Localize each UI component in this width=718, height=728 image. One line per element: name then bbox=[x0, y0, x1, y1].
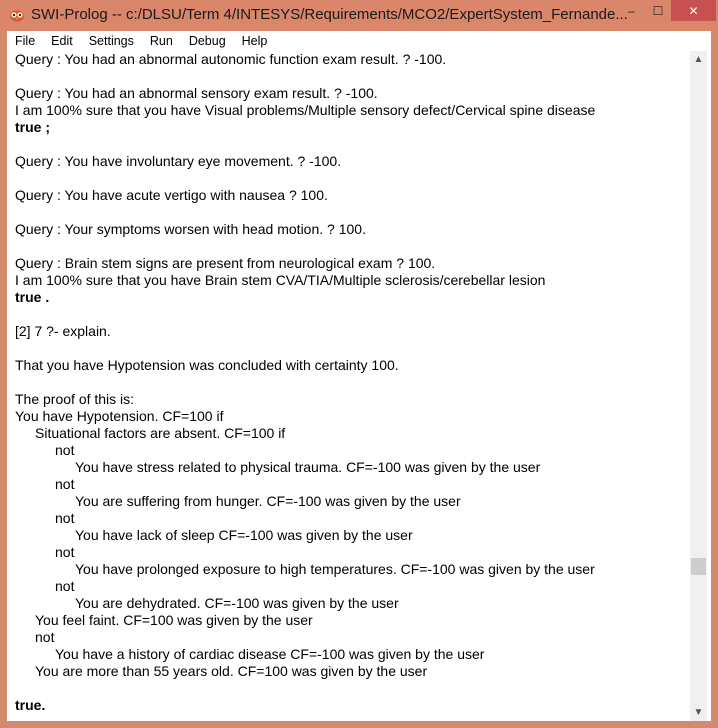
console-line: You are suffering from hunger. CF=-100 w… bbox=[75, 493, 461, 509]
menu-debug[interactable]: Debug bbox=[181, 34, 234, 48]
menu-run[interactable]: Run bbox=[142, 34, 181, 48]
console-line: not bbox=[55, 510, 75, 526]
console-line: You have a history of cardiac disease CF… bbox=[55, 646, 485, 662]
console-line: Situational factors are absent. CF=100 i… bbox=[35, 425, 286, 441]
window-border-right bbox=[711, 31, 718, 728]
console-line: not bbox=[55, 578, 75, 594]
minimize-button[interactable]: – bbox=[618, 0, 645, 21]
console-line: You have lack of sleep CF=-100 was given… bbox=[75, 527, 413, 543]
title-bar[interactable]: SWI-Prolog -- c:/DLSU/Term 4/INTESYS/Req… bbox=[0, 0, 718, 31]
console-line: true ; bbox=[15, 119, 50, 135]
console-area[interactable]: Query : You had an abnormal autonomic fu… bbox=[7, 51, 711, 721]
console-line: Query : You have involuntary eye movemen… bbox=[15, 153, 342, 169]
console-line: Query : You have acute vertigo with naus… bbox=[15, 187, 328, 203]
console-line: not bbox=[55, 476, 75, 492]
console-line: I am 100% sure that you have Brain stem … bbox=[15, 272, 546, 288]
console-output[interactable]: Query : You had an abnormal autonomic fu… bbox=[15, 51, 688, 721]
menu-file[interactable]: File bbox=[7, 34, 43, 48]
close-button[interactable]: ✕ bbox=[671, 0, 716, 21]
scroll-thumb[interactable] bbox=[691, 558, 706, 575]
swi-prolog-window: SWI-Prolog -- c:/DLSU/Term 4/INTESYS/Req… bbox=[0, 0, 718, 728]
console-line: That you have Hypotension was concluded … bbox=[15, 357, 399, 373]
menu-settings[interactable]: Settings bbox=[81, 34, 142, 48]
console-line: Query : Brain stem signs are present fro… bbox=[15, 255, 436, 271]
menu-help[interactable]: Help bbox=[234, 34, 276, 48]
vertical-scrollbar[interactable]: ▲ ▼ bbox=[690, 51, 707, 721]
console-line: true . bbox=[15, 289, 50, 305]
menu-edit[interactable]: Edit bbox=[43, 34, 81, 48]
console-line: You feel faint. CF=100 was given by the … bbox=[35, 612, 313, 628]
console-line: not bbox=[35, 629, 55, 645]
console-line: The proof of this is: bbox=[15, 391, 135, 407]
console-line: not bbox=[55, 442, 75, 458]
console-line: Query : You had an abnormal sensory exam… bbox=[15, 85, 378, 101]
console-line: You are more than 55 years old. CF=100 w… bbox=[35, 663, 428, 679]
console-line: You are dehydrated. CF=-100 was given by… bbox=[75, 595, 399, 611]
scroll-up-arrow-icon[interactable]: ▲ bbox=[690, 51, 707, 68]
menu-bar: File Edit Settings Run Debug Help bbox=[7, 31, 711, 51]
console-line: You have Hypotension. CF=100 if bbox=[15, 408, 224, 424]
console-line: true. bbox=[15, 697, 46, 713]
console-line: Query : Your symptoms worsen with head m… bbox=[15, 221, 366, 237]
console-line: You have prolonged exposure to high temp… bbox=[75, 561, 595, 577]
maximize-button[interactable]: ☐ bbox=[645, 0, 671, 21]
console-line: not bbox=[55, 544, 75, 560]
console-line: Query : You had an abnormal autonomic fu… bbox=[15, 51, 447, 67]
scroll-down-arrow-icon[interactable]: ▼ bbox=[690, 704, 707, 721]
console-line: You have stress related to physical trau… bbox=[75, 459, 541, 475]
console-line: I am 100% sure that you have Visual prob… bbox=[15, 102, 596, 118]
swi-prolog-owl-icon bbox=[10, 10, 24, 22]
window-title: SWI-Prolog -- c:/DLSU/Term 4/INTESYS/Req… bbox=[31, 6, 628, 23]
console-line: [2] 7 ?- explain. bbox=[15, 323, 111, 339]
